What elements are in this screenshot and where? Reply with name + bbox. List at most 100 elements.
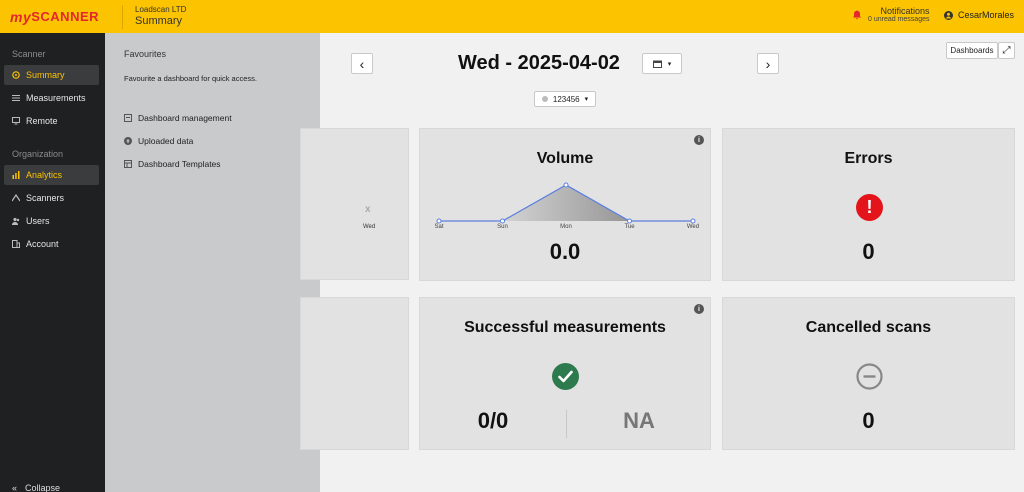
sidebar-item-account[interactable]: Account (4, 234, 99, 254)
flyout-item-uploaded-data[interactable]: Uploaded data (124, 136, 193, 146)
expand-icon: ⤢ (1002, 45, 1011, 56)
flyout-item-dashboard-templates[interactable]: Dashboard Templates (124, 159, 221, 169)
template-icon (124, 160, 132, 168)
upload-icon (124, 137, 132, 145)
prev-day-button[interactable]: ‹ (351, 53, 373, 74)
successful-rate: NA (623, 408, 655, 433)
monitor-icon (12, 117, 20, 125)
notifications-label: Notifications (880, 6, 930, 16)
status-dot-icon (541, 96, 548, 102)
favourites-description: Favourite a dashboard for quick access. (124, 74, 257, 83)
flyout-item-label: Uploaded data (138, 136, 194, 146)
cancelled-value: 0 (862, 408, 875, 433)
sidebar-item-label: Account (26, 239, 59, 249)
minus-circle-icon (856, 363, 883, 390)
user-menu[interactable]: CesarMorales (944, 10, 1014, 20)
date-title: Wed - 2025-04-02 (458, 52, 620, 74)
notifications[interactable]: Notifications 0 unread messages (852, 6, 929, 23)
chart-x-tick-label: Mon (560, 224, 572, 230)
info-icon[interactable]: i (694, 135, 704, 145)
favourites-panel: Favourites Favourite a dashboard for qui… (105, 33, 320, 492)
dashboards-label: Dashboards (950, 46, 994, 55)
company-block: Loadscan LTD Summary (123, 5, 187, 27)
sidebar-item-label: Summary (26, 70, 65, 80)
sidebar-item-label: Scanners (26, 193, 65, 203)
sidebar-item-analytics[interactable]: Analytics (4, 165, 99, 185)
chart-x-tick-label: Tue (624, 224, 635, 230)
errors-value: 0 (862, 239, 875, 264)
scanner-select[interactable]: 123456 ▾ (534, 91, 596, 107)
logo-my: my (10, 8, 32, 25)
chevron-down-icon: ▾ (584, 96, 589, 103)
section-organization: Organization (12, 149, 64, 159)
page-title: Summary (135, 14, 183, 27)
chevron-left-icon: ‹ (359, 55, 365, 72)
sidebar-item-measurements[interactable]: Measurements (4, 88, 99, 108)
collapse-label: Collapse (25, 483, 61, 492)
card-partial-top: x Wed (300, 128, 409, 280)
chevron-down-icon: ▾ (667, 60, 672, 68)
volume-card: i Volume Sat Sun Mon Tue Wed 0.0 (419, 128, 711, 281)
favourites-title: Favourites (124, 49, 167, 59)
collapse-button[interactable]: « Collapse (12, 483, 60, 492)
cancelled-scans-card: Cancelled scans 0 (722, 297, 1015, 450)
info-icon[interactable]: i (694, 304, 704, 314)
users-icon (12, 217, 20, 225)
scanner-select-value: 123456 (552, 94, 580, 104)
list-icon (12, 95, 20, 101)
sidebar-item-label: Analytics (26, 170, 63, 180)
flyout-item-label: Dashboard Templates (138, 159, 221, 169)
sidebar-item-users[interactable]: Users (4, 211, 99, 231)
chart-point[interactable] (690, 218, 696, 224)
chart-x-tick-label: Sun (497, 224, 508, 230)
company-name: Loadscan LTD (135, 5, 187, 15)
chevron-right-icon: › (765, 55, 771, 72)
errors-title: Errors (844, 150, 893, 167)
sidebar-item-label: Users (26, 216, 50, 226)
double-chevron-left-icon: « (12, 483, 18, 492)
chart-x-tick-label: Wed (687, 224, 699, 230)
chart-point[interactable] (563, 182, 569, 188)
chart-point[interactable] (436, 218, 442, 224)
summary-icon (12, 71, 20, 79)
sidebar-item-label: Measurements (26, 93, 86, 103)
sidebar-item-summary[interactable]: Summary (4, 65, 99, 85)
chart-point[interactable] (627, 218, 632, 224)
cancelled-title: Cancelled scans (805, 319, 932, 336)
flyout-item-dashboard-management[interactable]: Dashboard management (124, 113, 232, 123)
user-name: CesarMorales (958, 10, 1015, 20)
dashboards-button[interactable]: Dashboards (946, 42, 998, 59)
volume-title: Volume (536, 150, 594, 167)
partial-axis-label: Wed (363, 224, 376, 230)
error-alert-icon: ! (856, 194, 883, 221)
chart-icon (12, 171, 20, 179)
successful-measurements-card: i Successful measurements 0/0 NA (419, 297, 711, 450)
top-bar: my SCANNER Loadscan LTD Summary Notifica… (0, 0, 1024, 33)
sidebar-item-label: Remote (26, 116, 58, 126)
chart-area (439, 185, 693, 221)
volume-value: 0.0 (549, 239, 581, 264)
sidebar-item-scanners[interactable]: Scanners (4, 188, 99, 208)
logo-scanner: SCANNER (31, 9, 100, 24)
errors-card: Errors ! 0 (722, 128, 1015, 281)
successful-ratio: 0/0 (477, 408, 509, 433)
no-data-icon: x (365, 204, 371, 215)
bell-icon (853, 10, 861, 20)
calendar-button[interactable]: ▾ (642, 53, 682, 74)
volume-chart: Sat Sun Mon Tue Wed (434, 182, 699, 230)
notifications-count: 0 unread messages (868, 16, 930, 23)
check-circle-icon (552, 363, 579, 390)
next-day-button[interactable]: › (757, 53, 779, 74)
sidebar: Scanner Summary Measurements Remote Orga… (0, 33, 105, 492)
dashboard-icon (124, 114, 132, 122)
flyout-item-label: Dashboard management (138, 113, 232, 123)
fullscreen-button[interactable]: ⤢ (998, 42, 1015, 59)
chart-point[interactable] (500, 218, 505, 224)
chart-x-tick-label: Sat (434, 224, 443, 230)
card-partial-bottom (300, 297, 409, 450)
section-scanner: Scanner (12, 49, 46, 59)
successful-title: Successful measurements (464, 319, 666, 336)
app-logo[interactable]: my SCANNER (0, 0, 120, 33)
user-icon (944, 10, 953, 20)
sidebar-item-remote[interactable]: Remote (4, 111, 99, 131)
